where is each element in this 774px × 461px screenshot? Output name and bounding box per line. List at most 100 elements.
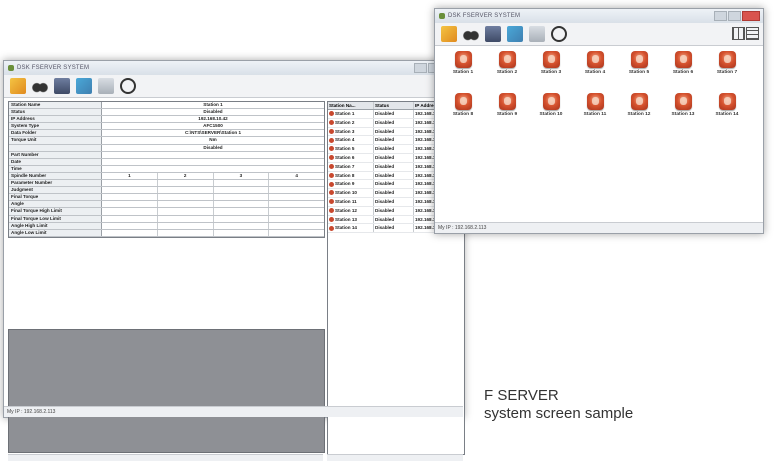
spindle-cell[interactable] <box>269 216 324 222</box>
main-statusbar: My IP : 192.168.2.113 <box>4 406 463 417</box>
app-icon <box>8 65 14 71</box>
station-tile[interactable]: Station 5 <box>619 51 659 75</box>
station-tile[interactable]: Station 9 <box>487 93 527 117</box>
detail-label: Final Torque <box>9 194 102 201</box>
station-name: Station 5 <box>335 146 355 152</box>
spindle-cell[interactable] <box>214 222 270 229</box>
spindle-cell[interactable] <box>214 215 270 222</box>
spindle-cell[interactable] <box>158 229 214 236</box>
close-button[interactable] <box>742 11 760 21</box>
spindle-cell[interactable] <box>269 194 324 200</box>
station-name: Station 3 <box>335 128 355 134</box>
right-hscrollbar[interactable] <box>327 454 463 461</box>
spindle-cell[interactable] <box>214 229 270 236</box>
station-tile[interactable]: Station 3 <box>531 51 571 75</box>
spindle-cell[interactable] <box>214 187 270 194</box>
station-tile[interactable]: Station 13 <box>663 93 703 117</box>
station-status-cell: Disabled <box>374 189 414 197</box>
detail-value[interactable]: 192.168.10.42 <box>102 116 324 122</box>
station-status-cell: Disabled <box>374 110 414 118</box>
folder-icon[interactable] <box>441 26 457 42</box>
station-tile[interactable]: Station 4 <box>575 51 615 75</box>
network-icon[interactable] <box>76 78 92 94</box>
spindle-cell[interactable] <box>269 230 324 236</box>
station-tile[interactable]: Station 14 <box>707 93 747 117</box>
spindle-cell[interactable] <box>214 208 270 215</box>
spindle-cell[interactable] <box>102 229 158 236</box>
station-name-cell: Station 8 <box>328 171 374 180</box>
spindle-cell[interactable] <box>102 208 158 215</box>
station-tile[interactable]: Station 10 <box>531 93 571 117</box>
spindle-cell[interactable] <box>102 194 158 201</box>
spindle-cell[interactable] <box>214 201 270 208</box>
spindle-cell[interactable] <box>158 194 214 201</box>
detail-value[interactable]: Nm <box>102 137 324 143</box>
settings-icon[interactable] <box>120 78 136 94</box>
binoculars-icon[interactable] <box>463 26 479 42</box>
spindle-number: 3 <box>214 172 270 180</box>
spindle-cell[interactable] <box>269 223 324 229</box>
minimize-button[interactable] <box>414 63 427 73</box>
spindle-cell[interactable] <box>269 208 324 214</box>
detail-value[interactable]: Disabled <box>102 145 324 151</box>
folder-icon[interactable] <box>10 78 26 94</box>
spindle-cell[interactable] <box>214 194 270 201</box>
spindle-cell[interactable] <box>158 187 214 194</box>
settings-icon[interactable] <box>551 26 567 42</box>
spindle-cell[interactable] <box>102 187 158 194</box>
station-tile[interactable]: Station 1 <box>443 51 483 75</box>
list-view-icon[interactable] <box>746 27 759 40</box>
spindle-number: 2 <box>158 172 214 180</box>
detail-value[interactable]: Disabled <box>102 109 324 115</box>
station-tile[interactable]: Station 11 <box>575 93 615 117</box>
detail-label: Final Torque High Limit <box>9 208 102 215</box>
station-name: Station 11 <box>335 198 357 204</box>
spindle-cell[interactable] <box>269 180 324 186</box>
station-tile[interactable]: Station 2 <box>487 51 527 75</box>
col-status[interactable]: Status <box>374 102 414 109</box>
station-name-cell: Station 7 <box>328 162 374 171</box>
spindle-cell[interactable] <box>269 187 324 193</box>
station-status-cell: Disabled <box>374 206 414 215</box>
maximize-button[interactable] <box>728 11 741 21</box>
spindle-cell[interactable] <box>158 201 214 208</box>
spindle-cell[interactable] <box>269 201 324 207</box>
station-tile[interactable]: Station 7 <box>707 51 747 75</box>
detail-value[interactable]: C:\NTS\SERVER\Station 1 <box>102 130 324 136</box>
station-name: Station 13 <box>335 216 357 222</box>
station-tile-label: Station 1 <box>452 70 474 75</box>
copy-icon[interactable] <box>98 78 114 94</box>
detail-value[interactable] <box>102 166 324 172</box>
station-tile-label: Station 3 <box>540 70 562 75</box>
properties-icon[interactable] <box>485 26 501 42</box>
properties-icon[interactable] <box>54 78 70 94</box>
spindle-cell[interactable] <box>214 180 270 187</box>
binoculars-icon[interactable] <box>32 78 48 94</box>
copy-icon[interactable] <box>529 26 545 42</box>
detail-value[interactable] <box>102 159 324 165</box>
spindle-cell[interactable] <box>102 201 158 208</box>
spindle-row: Spindle Number 1 2 3 4 <box>9 172 324 181</box>
spindle-cell[interactable] <box>158 215 214 222</box>
detail-value[interactable]: AFC1500 <box>102 123 324 129</box>
left-hscrollbar[interactable] <box>8 454 323 461</box>
station-tile[interactable]: Station 8 <box>443 93 483 117</box>
spindle-cell[interactable] <box>102 222 158 229</box>
col-station-name[interactable]: Station Na... <box>328 102 374 109</box>
spindle-cell[interactable] <box>158 180 214 187</box>
detail-value[interactable]: Station 1 <box>102 102 324 108</box>
detail-value[interactable] <box>102 152 324 158</box>
station-name-cell: Station 3 <box>328 127 374 136</box>
station-tile[interactable]: Station 12 <box>619 93 659 117</box>
minimize-button[interactable] <box>714 11 727 21</box>
station-tile[interactable]: Station 6 <box>663 51 703 75</box>
spindle-cell[interactable] <box>102 180 158 187</box>
station-status-cell: Disabled <box>374 197 414 206</box>
network-icon[interactable] <box>507 26 523 42</box>
spindle-cell[interactable] <box>158 222 214 229</box>
station-status-icon <box>718 93 736 110</box>
grid-view-icon[interactable] <box>732 27 745 40</box>
detail-row: Time <box>9 165 324 173</box>
spindle-cell[interactable] <box>102 215 158 222</box>
spindle-cell[interactable] <box>158 208 214 215</box>
